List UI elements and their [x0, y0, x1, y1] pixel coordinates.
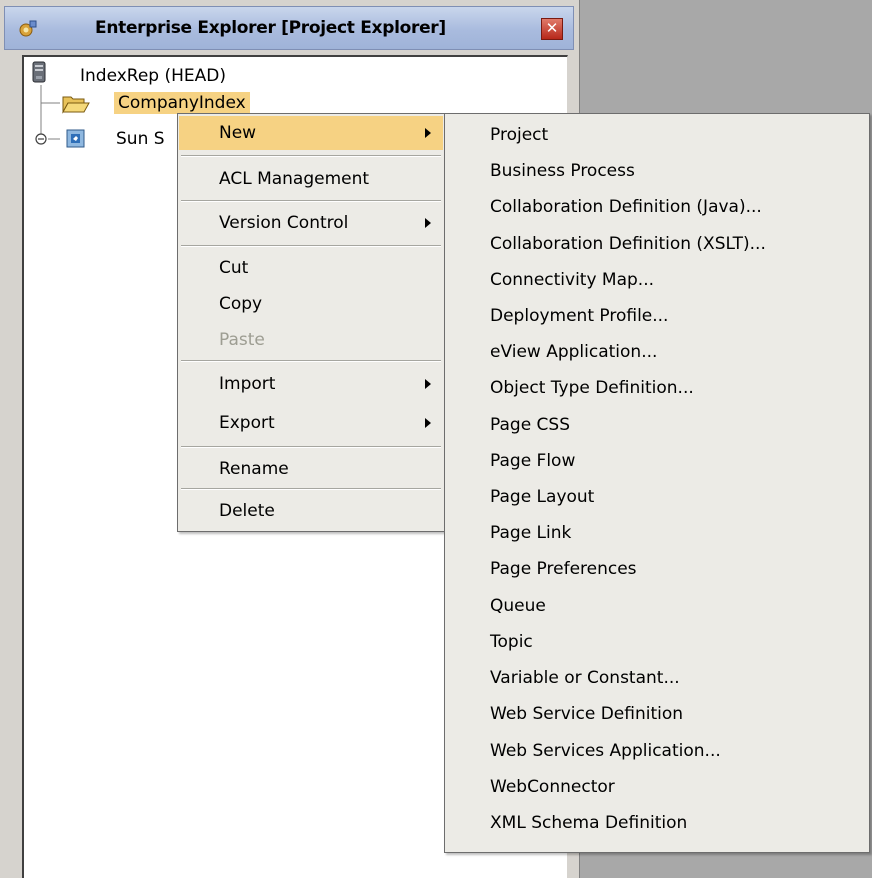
submenu-item-label: WebConnector	[490, 777, 615, 797]
submenu-item-label: Business Process	[490, 161, 635, 181]
submenu-item-label: Page Layout	[490, 487, 595, 507]
menu-item-delete[interactable]: Delete	[179, 494, 443, 528]
menu-item-import[interactable]: Import	[179, 367, 443, 401]
submenu-item-page-flow[interactable]: Page Flow	[446, 444, 868, 478]
menu-item-rename[interactable]: Rename	[179, 452, 443, 486]
submenu-item-label: eView Application...	[490, 342, 658, 362]
submenu-arrow-icon	[425, 218, 431, 228]
submenu-item-page-link[interactable]: Page Link	[446, 516, 868, 550]
submenu-item-label: Collaboration Definition (XSLT)...	[490, 234, 766, 254]
explorer-icon	[17, 18, 39, 40]
submenu-item-label: Variable or Constant...	[490, 668, 680, 688]
submenu-item-label: Connectivity Map...	[490, 270, 655, 290]
submenu-item-label: Web Service Definition	[490, 704, 684, 724]
submenu-arrow-icon	[425, 379, 431, 389]
submenu-item-label: Queue	[490, 596, 546, 616]
menu-item-label: Paste	[219, 330, 265, 350]
submenu-item-connectivity-map[interactable]: Connectivity Map...	[446, 263, 868, 297]
submenu-item-xml-schema-definition[interactable]: XML Schema Definition	[446, 806, 868, 840]
menu-item-label: Rename	[219, 459, 289, 479]
menu-separator	[181, 360, 441, 362]
submenu-item-label: Page Preferences	[490, 559, 637, 579]
submenu-item-object-type-definition[interactable]: Object Type Definition...	[446, 371, 868, 405]
submenu-item-eview-application[interactable]: eView Application...	[446, 335, 868, 369]
menu-item-label: ACL Management	[219, 169, 370, 189]
panel-titlebar[interactable]: Enterprise Explorer [Project Explorer] ✕	[4, 6, 574, 50]
menu-item-label: New	[219, 123, 257, 143]
submenu-item-label: Object Type Definition...	[490, 378, 694, 398]
menu-item-export[interactable]: Export	[179, 406, 443, 440]
submenu-item-label: Page CSS	[490, 415, 571, 435]
submenu-item-project[interactable]: Project	[446, 118, 868, 152]
submenu-arrow-icon	[425, 418, 431, 428]
submenu-item-label: Collaboration Definition (Java)...	[490, 197, 762, 217]
folder-open-icon	[62, 94, 90, 119]
submenu-item-business-process[interactable]: Business Process	[446, 154, 868, 188]
context-menu: New ACL Management Version Control Cut C…	[177, 113, 445, 532]
submenu-item-page-layout[interactable]: Page Layout	[446, 480, 868, 514]
menu-separator	[181, 155, 441, 157]
submenu-item-deployment-profile[interactable]: Deployment Profile...	[446, 299, 868, 333]
submenu-item-webconnector[interactable]: WebConnector	[446, 770, 868, 804]
menu-item-version-control[interactable]: Version Control	[179, 206, 443, 240]
menu-item-cut[interactable]: Cut	[179, 251, 443, 285]
close-icon[interactable]: ✕	[541, 18, 563, 40]
tree-project-label[interactable]: CompanyIndex	[114, 92, 250, 114]
menu-item-label: Delete	[219, 501, 275, 521]
tree-sun-label[interactable]: Sun S	[116, 129, 165, 149]
repository-icon	[32, 61, 48, 90]
submenu-item-label: Page Flow	[490, 451, 576, 471]
submenu-item-label: Deployment Profile...	[490, 306, 669, 326]
menu-item-new[interactable]: New	[179, 116, 443, 150]
menu-item-label: Cut	[219, 258, 249, 278]
menu-item-label: Copy	[219, 294, 263, 314]
menu-item-label: Version Control	[219, 213, 349, 233]
submenu-item-page-css[interactable]: Page CSS	[446, 408, 868, 442]
menu-item-copy[interactable]: Copy	[179, 287, 443, 321]
submenu-item-collaboration-xslt[interactable]: Collaboration Definition (XSLT)...	[446, 227, 868, 261]
environment-icon	[66, 129, 86, 154]
submenu-item-label: Topic	[490, 632, 533, 652]
submenu-item-web-services-application[interactable]: Web Services Application...	[446, 734, 868, 768]
tree-root-label[interactable]: IndexRep (HEAD)	[80, 66, 226, 86]
submenu-item-label: Page Link	[490, 523, 572, 543]
submenu-item-topic[interactable]: Topic	[446, 625, 868, 659]
menu-separator	[181, 446, 441, 448]
submenu-arrow-icon	[425, 128, 431, 138]
submenu-item-queue[interactable]: Queue	[446, 589, 868, 623]
menu-separator	[181, 488, 441, 490]
menu-item-paste[interactable]: Paste	[179, 323, 443, 357]
submenu-item-collaboration-java[interactable]: Collaboration Definition (Java)...	[446, 190, 868, 224]
menu-item-label: Import	[219, 374, 276, 394]
panel-title: Enterprise Explorer [Project Explorer]	[95, 18, 446, 38]
submenu-item-label: Project	[490, 125, 549, 145]
submenu-item-web-service-definition[interactable]: Web Service Definition	[446, 697, 868, 731]
submenu-item-variable-or-constant[interactable]: Variable or Constant...	[446, 661, 868, 695]
menu-separator	[181, 245, 441, 247]
submenu-item-label: Web Services Application...	[490, 741, 721, 761]
new-submenu: Project Business Process Collaboration D…	[444, 113, 870, 853]
submenu-item-page-preferences[interactable]: Page Preferences	[446, 552, 868, 586]
submenu-item-label: XML Schema Definition	[490, 813, 688, 833]
menu-item-label: Export	[219, 413, 275, 433]
menu-separator	[181, 200, 441, 202]
menu-item-acl-management[interactable]: ACL Management	[179, 162, 443, 196]
